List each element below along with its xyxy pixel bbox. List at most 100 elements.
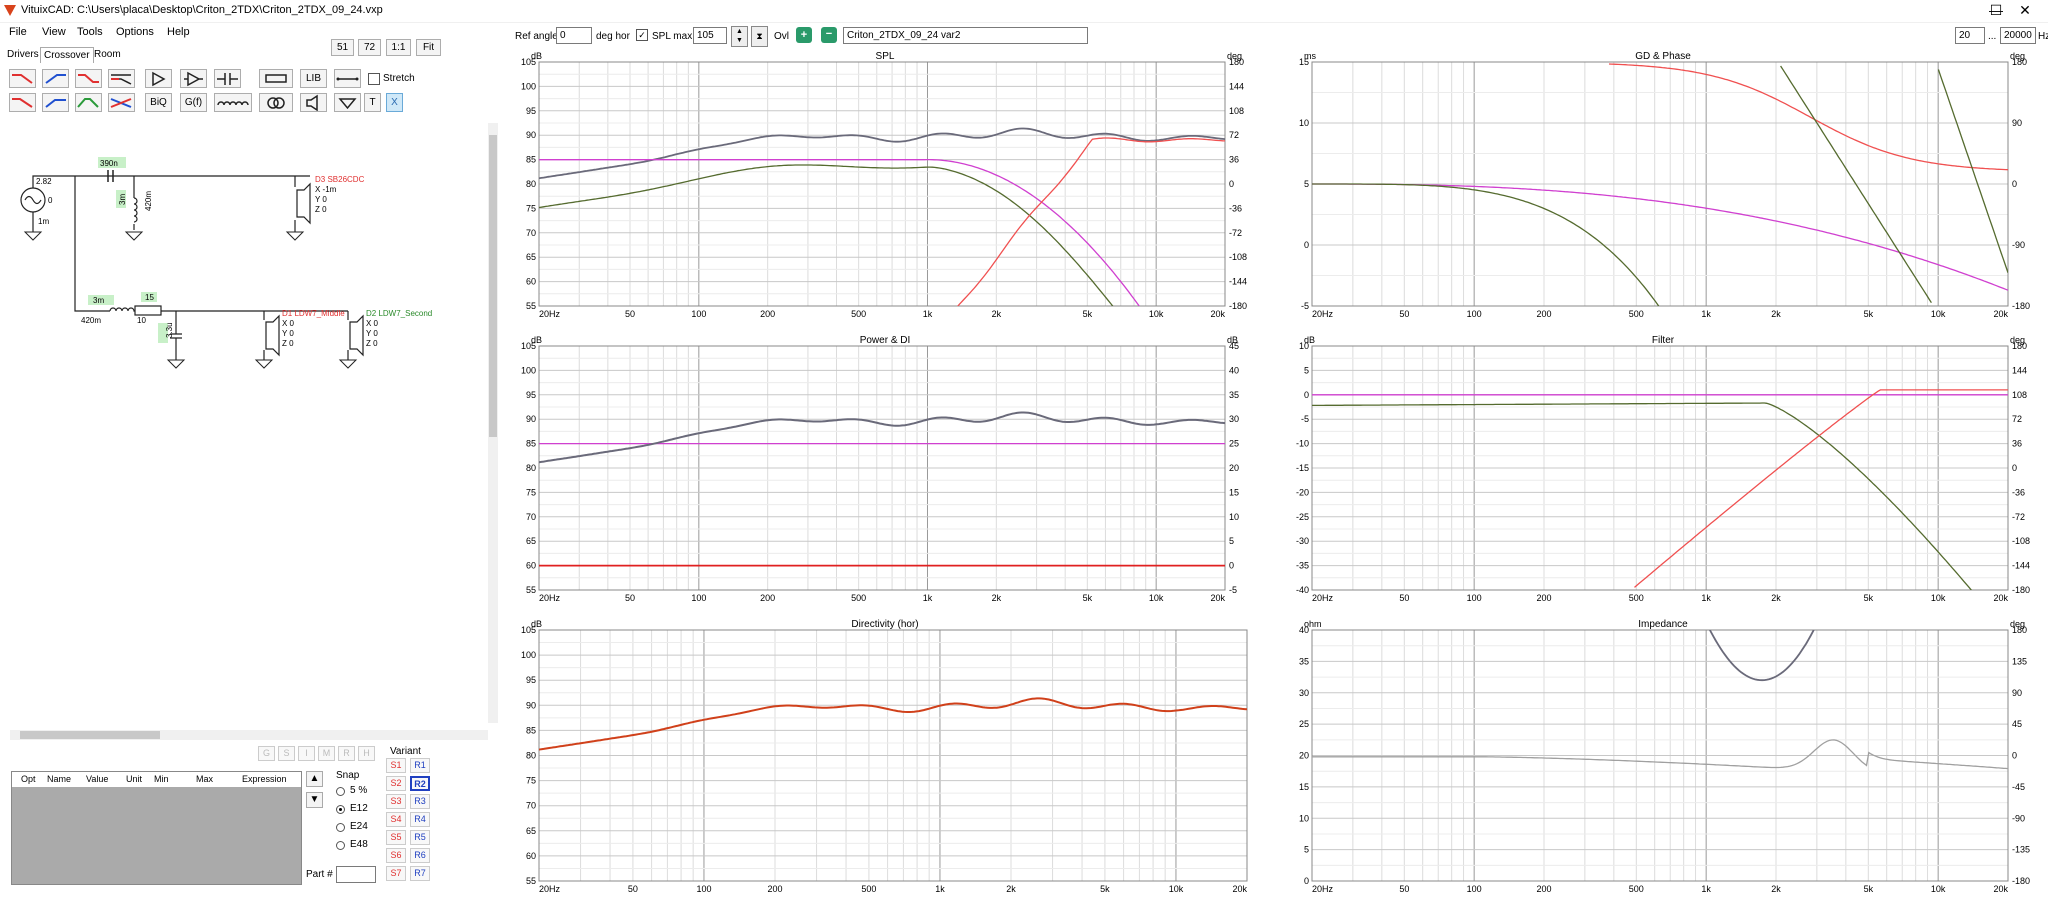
zoom-72-button[interactable]: 72 — [358, 39, 381, 56]
opt-s-button[interactable]: S — [278, 746, 295, 761]
opt-m-button[interactable]: M — [318, 746, 335, 761]
library-button[interactable]: LIB — [300, 69, 327, 88]
amplifier-tool[interactable] — [145, 69, 172, 88]
filter-graph[interactable]: Filter dB deg 10 5 0 -5 -10 -15 -20 -25 -30 -35 -40 18… — [1288, 333, 2038, 603]
zoom-51-button[interactable]: 51 — [331, 39, 354, 56]
highpass-tool[interactable] — [42, 69, 69, 88]
bandpass-tool[interactable] — [75, 93, 102, 112]
power-xtick: 20k — [1210, 593, 1225, 603]
power-title: Power & DI — [860, 335, 911, 346]
stretch-checkbox[interactable] — [368, 73, 380, 85]
menu-view[interactable]: View — [42, 26, 66, 38]
spl-graph[interactable]: SPL dB deg 105 100 95 90 85 80 75 70 65 60 55 180 144 10… — [515, 49, 1255, 319]
spl-max-input[interactable]: 105 — [693, 27, 727, 44]
resistor-tool[interactable] — [259, 69, 293, 88]
text-tool[interactable]: T — [364, 93, 381, 112]
directivity-ytick: 65 — [526, 826, 536, 836]
power-ytick: 95 — [526, 390, 536, 400]
variant-r7-button[interactable]: R7 — [410, 866, 430, 881]
biquad-button[interactable]: BiQ — [145, 93, 172, 112]
menu-help[interactable]: Help — [167, 26, 190, 38]
add-overlay-button[interactable]: + — [796, 27, 812, 43]
opt-g-button[interactable]: G — [258, 746, 275, 761]
impedance-xtick: 100 — [1467, 884, 1482, 894]
highpass2-tool[interactable] — [42, 93, 69, 112]
snap-e12-radio[interactable] — [336, 805, 345, 814]
variant-s3-button[interactable]: S3 — [386, 794, 406, 809]
variant-s7-button[interactable]: S7 — [386, 866, 406, 881]
opt-i-button[interactable]: I — [298, 746, 315, 761]
variant-r3-button[interactable]: R3 — [410, 794, 430, 809]
schematic-vscroll[interactable] — [488, 123, 498, 723]
menu-options[interactable]: Options — [116, 26, 154, 38]
ref-angle-input[interactable]: 0 — [556, 27, 592, 44]
snap-e24-radio[interactable] — [336, 823, 345, 832]
variant-s6-button[interactable]: S6 — [386, 848, 406, 863]
opt-r-button[interactable]: R — [338, 746, 355, 761]
variant-r4-button[interactable]: R4 — [410, 812, 430, 827]
power-ytick: 105 — [521, 341, 536, 351]
tab-room[interactable]: Room — [91, 47, 124, 62]
remove-overlay-button[interactable]: − — [821, 27, 837, 43]
menu-tools[interactable]: Tools — [77, 26, 103, 38]
speaker-tool[interactable] — [300, 93, 327, 112]
variant-s4-button[interactable]: S4 — [386, 812, 406, 827]
transformer-tool[interactable] — [259, 93, 293, 112]
variant-r5-button[interactable]: R5 — [410, 830, 430, 845]
gd-phase-graph[interactable]: GD & Phase ms deg 15 10 5 0 -5 180 90 0 -90 -180 20Hz… — [1288, 49, 2038, 319]
lowshelf-tool[interactable] — [75, 69, 102, 88]
autoscale-button[interactable]: ⧗ — [751, 26, 768, 47]
variant-s1-button[interactable]: S1 — [386, 758, 406, 773]
spl-max-spinner[interactable]: ▲ ▼ — [731, 26, 748, 47]
variant-r6-button[interactable]: R6 — [410, 848, 430, 863]
buffer-tool[interactable] — [180, 69, 207, 88]
hscroll-thumb[interactable] — [20, 731, 160, 739]
menu-file[interactable]: File — [9, 26, 27, 38]
zoom-1to1-button[interactable]: 1:1 — [386, 39, 411, 56]
move-down-button[interactable]: ▼ — [306, 792, 323, 808]
overlay-name-input[interactable]: Criton_2TDX_09_24 var2 — [843, 27, 1088, 44]
power-di-graph[interactable]: Power & DI dB dB 105 100 95 90 85 80 75 70 65 60 55 45… — [515, 333, 1255, 603]
variant-r1-button[interactable]: R1 — [410, 758, 430, 773]
vscroll-thumb[interactable] — [489, 135, 497, 437]
parts-table[interactable]: Opt Name Value Unit Min Max Expression — [11, 771, 302, 885]
freq-min-input[interactable]: 20 — [1955, 27, 1985, 44]
move-up-button[interactable]: ▲ — [306, 771, 323, 787]
crossover-tool[interactable] — [108, 93, 135, 112]
tab-drivers[interactable]: Drivers — [4, 47, 42, 62]
delete-tool[interactable]: X — [386, 93, 403, 112]
variant-s5-button[interactable]: S5 — [386, 830, 406, 845]
variant-r2-button[interactable]: R2 — [410, 776, 430, 791]
filter-y2tick: 180 — [2012, 341, 2027, 351]
opt-h-button[interactable]: H — [358, 746, 375, 761]
part-number-input[interactable] — [336, 866, 376, 883]
schematic-hscroll[interactable] — [10, 730, 488, 740]
inductor-tool[interactable] — [214, 93, 252, 112]
variant-s2-button[interactable]: S2 — [386, 776, 406, 791]
tab-crossover[interactable]: Crossover — [40, 47, 94, 63]
snap-e48-radio[interactable] — [336, 841, 345, 850]
crossover-schematic[interactable]: 2.82 0 1m 390n 3m 420m D3 SB26CDC X -1m … — [10, 120, 480, 395]
fit-button[interactable]: Fit — [416, 39, 441, 56]
transfer-function-button[interactable]: G(f) — [180, 93, 207, 112]
lowpass2-tool[interactable] — [9, 93, 36, 112]
notch-tool[interactable] — [108, 69, 135, 88]
d2-label: D2 LDW7_Second — [366, 309, 432, 318]
close-button[interactable]: ✕ — [2002, 0, 2048, 22]
gd-xtick: 200 — [1536, 309, 1551, 319]
capacitor-tool[interactable] — [214, 69, 241, 88]
snap-5pct-radio[interactable] — [336, 787, 345, 796]
gd-xtick: 100 — [1467, 309, 1482, 319]
filter-y2tick: 36 — [2012, 439, 2022, 449]
impedance-y2tick: -180 — [2012, 876, 2030, 886]
wire-tool[interactable] — [334, 69, 361, 88]
source-r-label: 1m — [38, 217, 49, 226]
wire-icon — [336, 77, 359, 81]
ground-tool[interactable] — [334, 93, 361, 112]
lowpass-tool[interactable] — [9, 69, 36, 88]
spl-max-checkbox[interactable]: ✓ — [636, 29, 648, 41]
directivity-graph[interactable]: Directivity (hor) dB 105 100 95 90 85 80 75 70 65 6… — [515, 617, 1255, 894]
freq-max-input[interactable]: 20000 — [2000, 27, 2036, 44]
impedance-graph[interactable]: Impedance ohm deg 40 35 30 25 20 15 10 5 0 180 135 90 4… — [1288, 617, 2038, 894]
impedance-y2tick: -90 — [2012, 813, 2025, 823]
